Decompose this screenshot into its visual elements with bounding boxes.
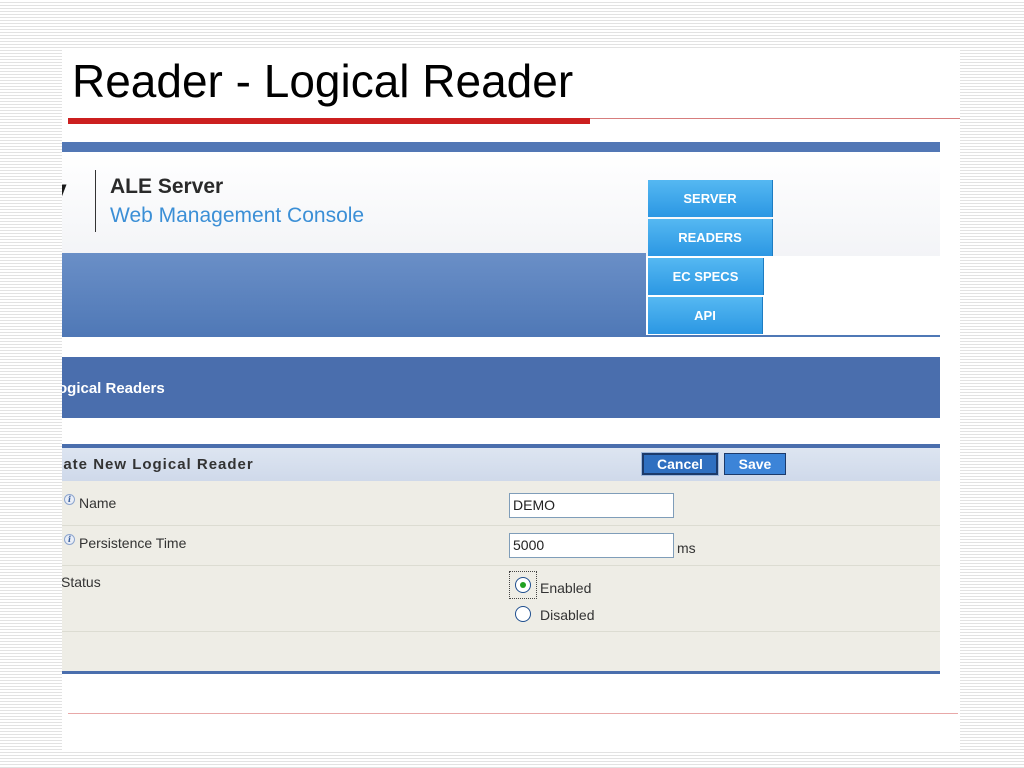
logo-separator [95,170,96,232]
name-label: Name [79,495,117,511]
title-underline-thin [590,118,960,119]
vendor-logo-fragment: y [62,174,67,208]
app-subtitle: Web Management Console [110,204,365,227]
info-icon[interactable]: i [64,534,75,545]
status-enabled-label[interactable]: Enabled [540,580,591,596]
row-divider [62,631,940,632]
persistence-time-label: Persistence Time [79,535,187,551]
footer-rule [68,713,958,714]
cancel-button[interactable]: Cancel [641,452,719,476]
top-strip [62,142,940,152]
persistence-time-input[interactable]: 5000 [509,533,674,558]
row-divider [62,525,940,526]
status-enabled-radio[interactable] [515,577,531,593]
form-bottom-border [62,671,940,674]
row-divider [62,565,940,566]
nav-divider [62,335,940,337]
name-input[interactable]: DEMO [509,493,674,518]
header-banner [62,253,646,337]
slide-title: Reader - Logical Reader [72,55,574,107]
section-title: ogical Readers [62,380,165,397]
status-label: Status [62,574,101,590]
status-disabled-label[interactable]: Disabled [540,607,594,623]
save-button[interactable]: Save [724,453,786,475]
section-header-bar [62,357,940,418]
nav-ec-specs-button[interactable]: EC SPECS [648,258,764,295]
form-title: eate New Logical Reader [62,456,254,473]
status-disabled-radio[interactable] [515,606,531,622]
nav-server-button[interactable]: SERVER [648,180,773,217]
info-icon[interactable]: i [64,494,75,505]
app-name: ALE Server [110,175,224,198]
form-body [62,481,940,671]
persistence-unit-label: ms [677,540,696,556]
nav-readers-button[interactable]: READERS [648,219,773,256]
radio-selected-dot [520,582,526,588]
console-screenshot: y ALE Server Web Management Console SERV… [62,142,940,676]
title-underline-accent [68,118,590,124]
nav-api-button[interactable]: API [648,297,763,334]
